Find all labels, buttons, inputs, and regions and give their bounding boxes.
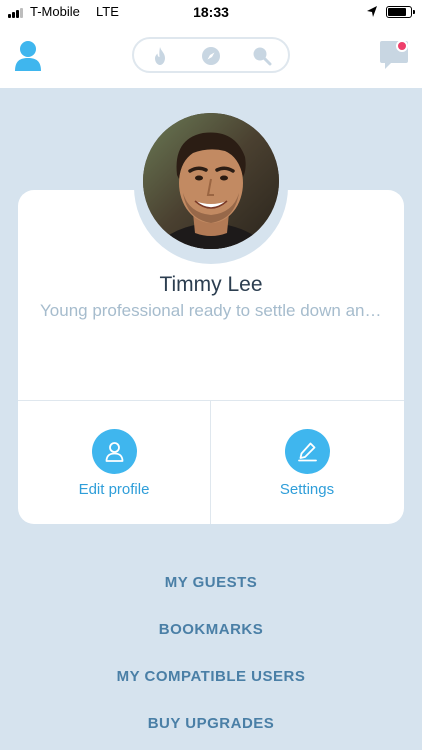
edit-profile-label: Edit profile [78,481,150,498]
user-profile-icon[interactable] [14,40,42,72]
location-arrow-icon [367,6,377,17]
profile-name: Timmy Lee [159,273,263,296]
app-header [0,24,422,88]
avatar[interactable] [143,113,279,249]
discovery-segment-control [132,37,290,73]
my-compatible-users-link[interactable]: MY COMPATIBLE USERS [0,668,422,685]
buy-upgrades-link[interactable]: BUY UPGRADES [0,715,422,732]
notification-badge [396,40,408,52]
battery-icon [386,6,415,18]
settings-icon-circle [285,429,330,474]
status-time: 18:33 [193,4,229,20]
profile-bio: Young professional ready to settle down … [40,301,382,320]
bookmarks-link[interactable]: BOOKMARKS [0,621,422,638]
pencil-icon [298,442,317,462]
compass-icon[interactable] [201,46,221,66]
settings-button[interactable]: Settings [211,401,403,524]
avatar-photo [143,113,279,249]
edit-profile-button[interactable]: Edit profile [18,401,210,524]
fire-icon[interactable] [150,46,170,66]
person-outline-icon [105,442,124,462]
edit-profile-icon-circle [92,429,137,474]
status-bar: T-Mobile LTE 18:33 [0,0,422,24]
settings-label: Settings [279,481,335,498]
my-guests-link[interactable]: MY GUESTS [0,574,422,591]
search-icon[interactable] [252,46,272,66]
